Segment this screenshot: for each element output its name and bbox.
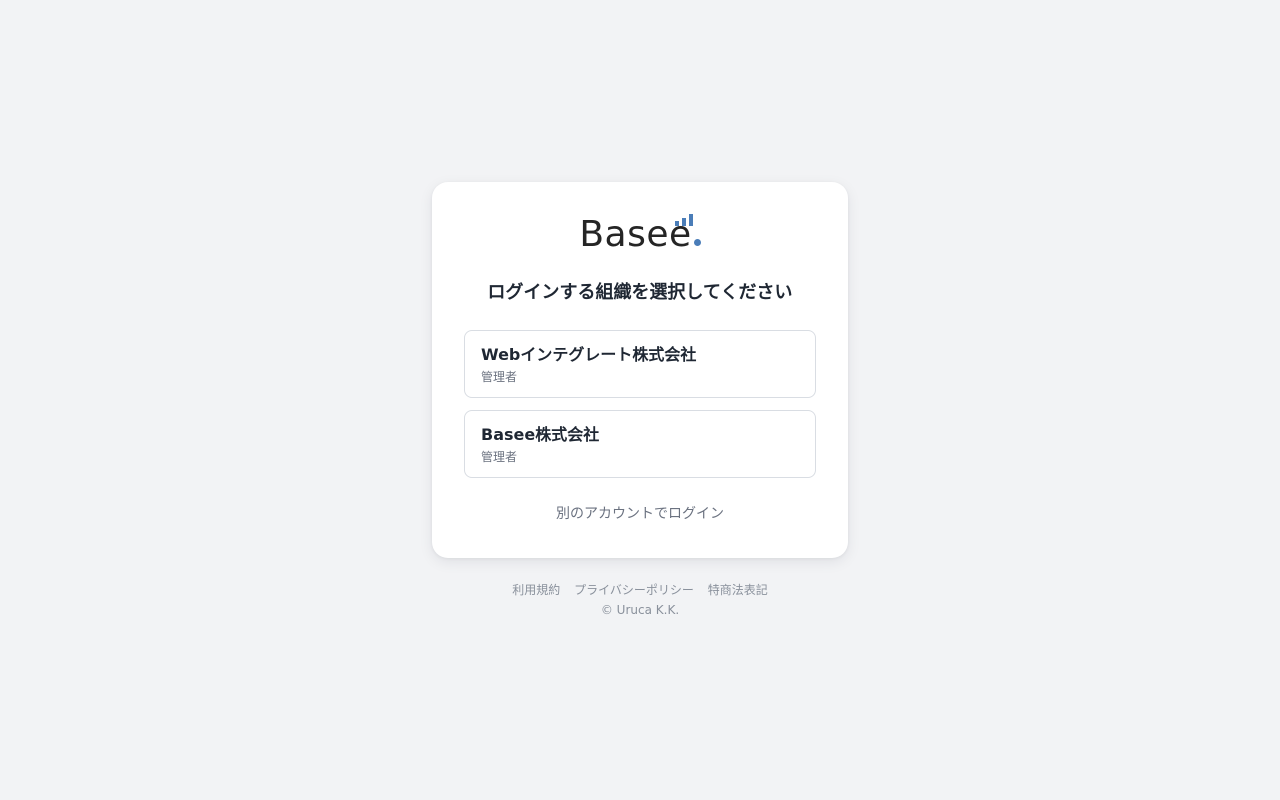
footer: 利用規約 プライバシーポリシー 特商法表記 © Uruca K.K. — [0, 582, 1280, 618]
logo-dot-icon — [693, 239, 701, 246]
org-name: Basee株式会社 — [481, 425, 600, 444]
page-title: ログインする組織を選択してください — [487, 282, 793, 303]
org-option-webintegrate[interactable]: Webインテグレート株式会社 管理者 — [464, 330, 816, 398]
signal-bars-icon — [674, 214, 695, 226]
terms-link[interactable]: 利用規約 — [512, 583, 560, 597]
brand-logo: Basee — [432, 212, 848, 258]
alt-account-login-link[interactable]: 別のアカウントでログイン — [432, 504, 848, 524]
commercial-law-link[interactable]: 特商法表記 — [708, 583, 768, 597]
org-role: 管理者 — [481, 370, 518, 384]
org-role: 管理者 — [481, 450, 518, 464]
copyright: © Uruca K.K. — [600, 603, 680, 617]
org-select-card: Basee ログインする組織を選択してください Webインテグレート株式会社 管… — [432, 182, 848, 558]
footer-links: 利用規約 プライバシーポリシー 特商法表記 — [0, 582, 1280, 598]
org-option-basee[interactable]: Basee株式会社 管理者 — [464, 410, 816, 478]
org-name: Webインテグレート株式会社 — [481, 345, 697, 364]
privacy-policy-link[interactable]: プライバシーポリシー — [574, 583, 694, 597]
